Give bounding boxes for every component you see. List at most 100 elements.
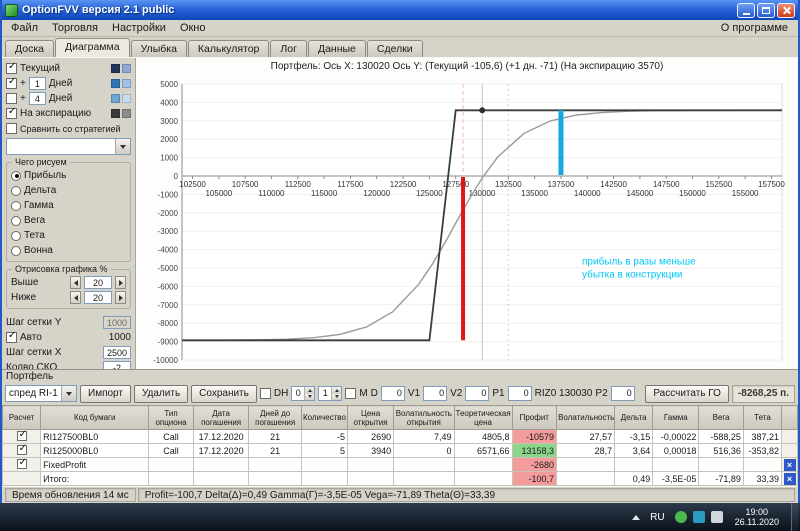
dropdown-button[interactable] xyxy=(115,139,130,154)
tab-6[interactable]: Сделки xyxy=(366,40,423,57)
dropdown-button[interactable] xyxy=(61,386,76,401)
close-button[interactable] xyxy=(777,2,795,18)
row-calc-cell[interactable] xyxy=(1,443,42,458)
column-header[interactable]: Гамма xyxy=(652,405,700,430)
v2-input[interactable]: 0 xyxy=(465,386,490,401)
cell-open_vol xyxy=(393,457,455,472)
auto-step-checkbox[interactable] xyxy=(6,330,17,343)
column-header[interactable]: Тета xyxy=(742,405,783,430)
series-checkbox[interactable] xyxy=(6,93,17,104)
show-desktop-button[interactable] xyxy=(791,503,798,531)
series-checkbox[interactable] xyxy=(6,76,17,89)
import-button[interactable]: Импорт xyxy=(80,384,131,403)
menu-item-0[interactable]: Файл xyxy=(4,21,45,35)
menu-item-3[interactable]: Окно xyxy=(173,21,213,35)
tray-app-icon-green[interactable] xyxy=(674,511,687,523)
tab-2[interactable]: Улыбка xyxy=(130,40,187,57)
column-header[interactable]: Расчет xyxy=(1,405,42,430)
tray-expand-icon[interactable] xyxy=(632,514,641,520)
column-header[interactable]: Дней до погашения xyxy=(248,405,302,430)
row-actions-cell xyxy=(781,429,798,444)
column-header[interactable]: Волатильность xyxy=(556,405,616,430)
column-header[interactable]: Дата погашения xyxy=(192,405,250,430)
row-checkbox[interactable] xyxy=(16,444,27,455)
payoff-chart[interactable]: 5000 4000 3000 2000 1000 0 -1000 -2000 -3000 -400… xyxy=(136,76,794,368)
tab-0[interactable]: Доска xyxy=(5,40,54,57)
tab-1[interactable]: Диаграмма xyxy=(54,38,130,57)
tab-5[interactable]: Данные xyxy=(307,40,366,57)
below-decrement-button[interactable] xyxy=(70,291,81,304)
row-calc-cell[interactable] xyxy=(1,457,42,472)
column-header[interactable]: Цена открытия xyxy=(346,405,395,430)
row-calc-cell[interactable] xyxy=(1,429,42,444)
row-actions-cell[interactable]: × xyxy=(781,471,798,486)
days-shift-input[interactable]: 4 xyxy=(28,92,46,105)
table-row[interactable]: RI125000BL0Call17.12.2020215394006571,66… xyxy=(1,443,798,458)
strategy-dropdown[interactable] xyxy=(6,138,131,155)
row-actions-cell[interactable]: × xyxy=(781,457,798,472)
column-header[interactable]: Вега xyxy=(698,405,744,430)
above-percent-input[interactable]: 20 xyxy=(84,276,112,289)
row-checkbox[interactable] xyxy=(16,458,27,469)
column-header[interactable]: Код бумаги xyxy=(40,405,150,430)
preset-dropdown[interactable]: спред RI-1 xyxy=(5,385,77,402)
menu-item-1[interactable]: Торговля xyxy=(45,21,105,35)
sko-input[interactable]: -2 xyxy=(103,361,131,369)
row-calc-cell[interactable] xyxy=(1,471,42,486)
language-indicator[interactable]: RU xyxy=(646,510,668,525)
dh-spinner-2[interactable]: 1 xyxy=(318,386,343,401)
below-percent-input[interactable]: 20 xyxy=(84,291,112,304)
v1-input[interactable]: 0 xyxy=(423,386,448,401)
spinner-down-button[interactable] xyxy=(332,393,342,400)
series-checkbox[interactable] xyxy=(6,61,17,74)
tray-shield-icon[interactable] xyxy=(692,511,705,523)
column-header[interactable]: Тип опциона xyxy=(148,405,194,430)
table-row[interactable]: RI127500BL0Call17.12.202021-526907,49480… xyxy=(1,429,798,444)
dh-spinner-1[interactable]: 0 xyxy=(291,386,316,401)
draw-option-radio-1[interactable] xyxy=(11,185,21,196)
row-checkbox[interactable] xyxy=(16,430,27,441)
tab-4[interactable]: Лог xyxy=(270,40,307,57)
draw-option-radio-2[interactable] xyxy=(11,200,21,211)
column-header[interactable]: Волатильность открытия xyxy=(393,405,455,430)
p2-input[interactable]: 0 xyxy=(610,386,635,401)
maximize-button[interactable] xyxy=(757,2,775,18)
column-header[interactable]: Теоретическая цена xyxy=(453,405,513,430)
table-row[interactable]: Итого: -100,7 0,49 -3,5E-05 -71,89 33,39 × xyxy=(1,471,798,486)
draw-option-radio-5[interactable] xyxy=(11,245,21,256)
column-header[interactable]: Профит xyxy=(511,405,558,430)
series-checkbox[interactable] xyxy=(6,106,17,119)
compare-checkbox[interactable] xyxy=(6,123,17,134)
calc-margin-button[interactable]: Рассчитать ГО xyxy=(645,384,729,403)
menu-item-about[interactable]: О программе xyxy=(713,21,796,35)
save-button[interactable]: Сохранить xyxy=(191,384,257,403)
column-header[interactable]: Дельта xyxy=(614,405,654,430)
grid-x-input[interactable]: 2500 xyxy=(103,346,131,359)
draw-option-radio-4[interactable] xyxy=(11,230,21,241)
row-delete-button[interactable]: × xyxy=(783,458,796,471)
spinner-down-button[interactable] xyxy=(305,393,315,400)
arrow-left-icon xyxy=(73,294,78,301)
draw-option-radio-0[interactable] xyxy=(11,170,21,181)
clock[interactable]: 19:00 26.11.2020 xyxy=(729,507,785,527)
row-delete-button[interactable]: × xyxy=(783,472,796,485)
dh-checkbox[interactable] xyxy=(259,388,271,399)
dh-spinner-1-value: 0 xyxy=(295,388,301,398)
tray-network-icon[interactable] xyxy=(710,511,723,523)
minimize-button[interactable] xyxy=(737,2,755,18)
delete-button[interactable]: Удалить xyxy=(133,384,189,403)
tab-3[interactable]: Калькулятор xyxy=(187,40,270,57)
table-row[interactable]: FixedProfit -2680 × xyxy=(1,457,798,472)
days-shift-input[interactable]: 1 xyxy=(28,77,46,90)
cell-days xyxy=(248,471,302,486)
m-checkbox[interactable] xyxy=(345,388,357,399)
above-decrement-button[interactable] xyxy=(70,276,81,289)
series-label: Дней xyxy=(48,93,73,104)
below-increment-button[interactable] xyxy=(115,291,126,304)
column-header[interactable]: Количество xyxy=(300,405,349,430)
above-increment-button[interactable] xyxy=(115,276,126,289)
menu-item-2[interactable]: Настройки xyxy=(105,21,173,35)
p1-input[interactable]: 0 xyxy=(507,386,532,401)
draw-option-radio-3[interactable] xyxy=(11,215,21,226)
d-input[interactable]: 0 xyxy=(380,386,405,401)
